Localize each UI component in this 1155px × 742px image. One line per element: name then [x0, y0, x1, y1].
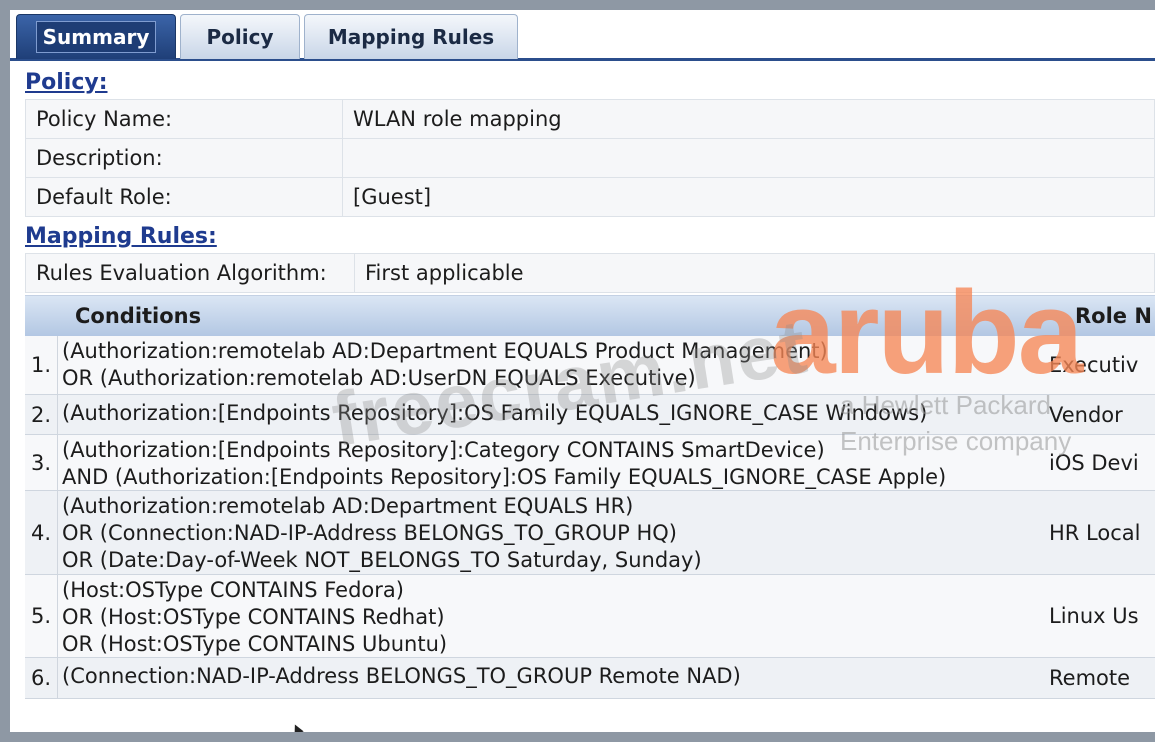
- conditions-column-header: Conditions: [75, 304, 202, 328]
- default-role-label: Default Role:: [25, 177, 343, 217]
- tab-policy[interactable]: Policy: [180, 14, 300, 59]
- condition-line: OR (Connection:NAD-IP-Address BELONGS_TO…: [62, 521, 677, 545]
- default-role-row: Default Role: [Guest]: [25, 177, 1155, 217]
- condition-line: AND (Authorization:[Endpoints Repository…: [62, 465, 947, 489]
- policy-heading: Policy:: [25, 70, 108, 95]
- policy-name-row: Policy Name: WLAN role mapping: [25, 99, 1155, 139]
- policy-name-label: Policy Name:: [25, 99, 343, 139]
- algorithm-label: Rules Evaluation Algorithm:: [25, 253, 355, 293]
- tab-policy-label: Policy: [206, 25, 274, 49]
- description-row: Description:: [25, 138, 1155, 178]
- tab-summary[interactable]: Summary: [16, 14, 176, 59]
- policy-summary-window: Summary Policy Mapping Rules Policy: Pol…: [10, 10, 1155, 732]
- default-role-value: [Guest]: [342, 177, 1155, 217]
- rule-conditions: (Authorization:remotelab AD:Department E…: [62, 493, 702, 574]
- role-column-header: Role N: [1075, 304, 1152, 328]
- rule-number: 5.: [25, 575, 58, 657]
- policy-name-value: WLAN role mapping: [342, 99, 1155, 139]
- rule-role: Linux Us: [1049, 604, 1139, 628]
- condition-line: (Authorization:[Endpoints Repository]:Ca…: [62, 438, 825, 462]
- rule-role: HR Local: [1049, 520, 1141, 545]
- rule-number: 2.: [25, 395, 58, 434]
- mouse-cursor-icon: [290, 722, 304, 732]
- tab-bar: Summary Policy Mapping Rules: [10, 10, 1155, 61]
- rule-conditions: (Host:OSType CONTAINS Fedora) OR (Host:O…: [62, 577, 447, 658]
- rule-conditions: (Connection:NAD-IP-Address BELONGS_TO_GR…: [62, 663, 741, 690]
- condition-line: (Authorization:remotelab AD:Department E…: [62, 494, 634, 518]
- rule-conditions: (Authorization:[Endpoints Repository]:Ca…: [62, 437, 946, 491]
- tab-mapping-rules[interactable]: Mapping Rules: [304, 14, 518, 59]
- aruba-logo-watermark: aruba: [770, 267, 1083, 399]
- condition-line: OR (Host:OSType CONTAINS Ubuntu): [62, 632, 448, 656]
- condition-line: OR (Host:OSType CONTAINS Redhat): [62, 605, 445, 629]
- hpe-tagline-line-1: a Hewlett Packard: [840, 390, 1051, 420]
- condition-line: OR (Date:Day-of-Week NOT_BELONGS_TO Satu…: [62, 548, 702, 572]
- rule-role: Remote: [1049, 666, 1131, 690]
- mapping-rules-heading: Mapping Rules:: [25, 224, 217, 249]
- tab-summary-label: Summary: [35, 21, 157, 53]
- condition-line: (Host:OSType CONTAINS Fedora): [62, 578, 404, 602]
- condition-line: (Connection:NAD-IP-Address BELONGS_TO_GR…: [62, 664, 741, 688]
- hpe-tagline-line-2: Enterprise company: [840, 426, 1072, 456]
- rule-row-6[interactable]: 6. (Connection:NAD-IP-Address BELONGS_TO…: [25, 658, 1155, 699]
- rule-number: 1.: [25, 336, 58, 394]
- rule-number: 4.: [25, 491, 58, 574]
- rule-row-5[interactable]: 5. (Host:OSType CONTAINS Fedora) OR (Hos…: [25, 575, 1155, 658]
- policy-details-table: Policy Name: WLAN role mapping Descripti…: [25, 99, 1155, 217]
- rule-number: 3.: [25, 435, 58, 490]
- description-value: [342, 138, 1155, 178]
- rule-row-4[interactable]: 4. (Authorization:remotelab AD:Departmen…: [25, 491, 1155, 575]
- description-label: Description:: [25, 138, 343, 178]
- tab-mapping-rules-label: Mapping Rules: [327, 25, 495, 49]
- rule-number: 6.: [25, 658, 58, 698]
